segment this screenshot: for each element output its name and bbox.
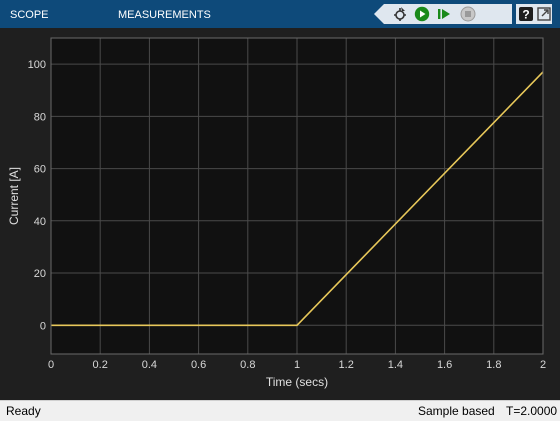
tab-measurements[interactable]: MEASUREMENTS	[118, 0, 211, 28]
x-tick-label: 0.6	[191, 359, 206, 371]
toolbar-notch	[374, 4, 384, 24]
toolstrip: SCOPE MEASUREMENTS ?	[0, 0, 560, 28]
help-icon[interactable]: ?	[518, 6, 534, 22]
x-tick-label: 1.6	[437, 359, 452, 371]
y-tick-label: 0	[40, 320, 46, 332]
y-tick-labels: 0 20 40 60 80 100	[28, 59, 46, 332]
status-ready-text: Ready	[6, 404, 41, 418]
x-tick-label: 0.2	[93, 359, 108, 371]
y-tick-label: 60	[34, 164, 46, 176]
x-tick-label: 1.2	[339, 359, 354, 371]
simulation-controls	[374, 4, 512, 24]
y-tick-label: 40	[34, 216, 46, 228]
x-tick-label: 0	[48, 359, 54, 371]
x-tick-label: 1.8	[486, 359, 501, 371]
step-forward-icon[interactable]	[436, 6, 452, 22]
x-tick-label: 0.4	[142, 359, 157, 371]
status-bar: Ready Sample based T=2.0000	[0, 400, 560, 421]
undock-icon[interactable]	[536, 6, 552, 22]
x-tick-label: 2	[540, 359, 546, 371]
scope-plot-area: 0 0.2 0.4 0.6 0.8 1 1.2 1.4 1.6 1.8 2 0 20 40 60 80 100…	[0, 28, 560, 400]
x-tick-label: 0.8	[240, 359, 255, 371]
tab-scope[interactable]: SCOPE	[10, 0, 49, 28]
current-chart: 0 0.2 0.4 0.6 0.8 1 1.2 1.4 1.6 1.8 2 0 20 40 60 80 100…	[7, 37, 546, 389]
y-tick-label: 80	[34, 111, 46, 123]
help-controls: ?	[516, 4, 552, 24]
x-tick-label: 1	[294, 359, 300, 371]
status-sim-time: T=2.0000	[506, 404, 558, 418]
svg-text:?: ?	[522, 8, 529, 22]
cursor-settings-icon[interactable]	[392, 6, 408, 22]
stop-icon[interactable]	[460, 6, 476, 22]
y-axis-label: Current [A]	[7, 167, 21, 225]
y-tick-label: 100	[28, 59, 46, 71]
x-tick-labels: 0 0.2 0.4 0.6 0.8 1 1.2 1.4 1.6 1.8 2	[48, 359, 546, 371]
run-icon[interactable]	[414, 6, 430, 22]
y-tick-label: 20	[34, 268, 46, 280]
x-axis-label: Time (secs)	[266, 375, 328, 389]
status-sample-mode: Sample based	[418, 404, 495, 418]
x-tick-label: 1.4	[388, 359, 403, 371]
